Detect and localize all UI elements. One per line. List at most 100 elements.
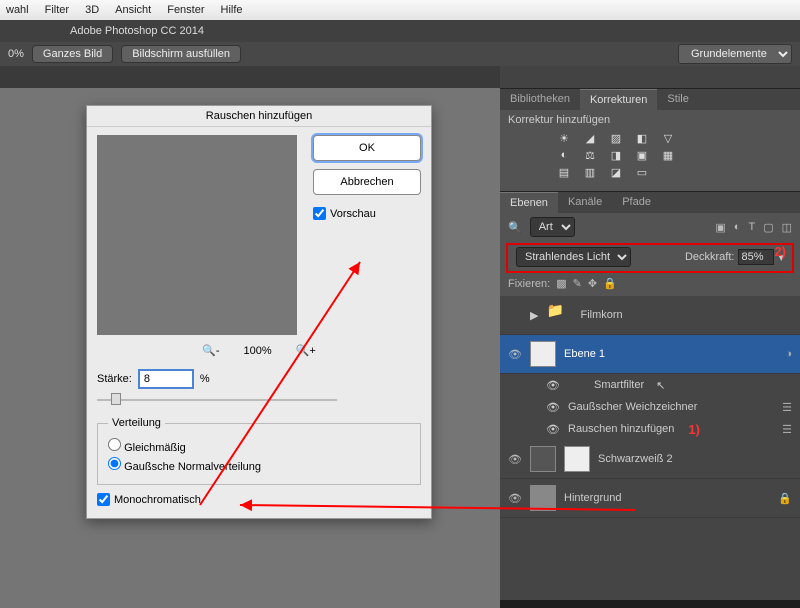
smartfilter-gaussian-blur[interactable]: 👁 Gaußscher Weichzeichner ☰ [500,396,800,418]
visibility-icon[interactable]: 👁 [508,492,522,505]
mixer-icon[interactable]: ▦ [660,149,676,162]
filter-smart-icon[interactable]: ◫ [782,221,792,234]
strength-input[interactable] [138,369,194,389]
visibility-icon[interactable]: 👁 [508,453,522,466]
layers-filter-row: 🔍 Art ▣ ◐ T ▢ ◫ [500,213,800,241]
levels-icon[interactable]: ◢ [582,132,598,145]
exposure-icon[interactable]: ◧ [634,132,650,145]
lock-position-icon[interactable]: ✥ [588,277,597,290]
tab-libraries[interactable]: Bibliotheken [500,89,580,110]
curves-icon[interactable]: ▨ [608,132,624,145]
folder-icon: 📁 [546,302,572,328]
slider-knob[interactable] [111,393,121,405]
mono-check-input[interactable] [97,493,110,506]
filter-mask-thumb [568,376,586,394]
fill-screen-button[interactable]: Bildschirm ausfüllen [121,45,241,63]
adjustments-tab-group: Bibliotheken Korrekturen Stile [500,88,800,110]
preview-checkbox[interactable]: Vorschau [313,207,421,220]
noise-preview [97,135,297,335]
dist-uniform-radio[interactable]: Gleichmäßig [108,438,410,454]
tab-adjustments[interactable]: Korrekturen [580,89,657,110]
visibility-icon[interactable]: 👁 [546,423,560,436]
bw-icon[interactable]: ◨ [608,149,624,162]
adjustment-thumb [530,446,556,472]
filter-options-icon[interactable]: ☰ [782,401,792,414]
add-noise-dialog: Rauschen hinzufügen OK Abbrechen Vorscha… [86,105,432,519]
layer-name: Schwarzweiß 2 [598,453,673,465]
tab-styles[interactable]: Stile [657,89,698,110]
layer-schwarzweiss[interactable]: 👁 Schwarzweiß 2 [500,440,800,479]
preview-check-input[interactable] [313,207,326,220]
menu-window[interactable]: Fenster [167,4,204,16]
hue-icon[interactable]: ◐ [556,149,572,162]
opacity-label: Deckkraft: [685,251,735,263]
distribution-group: Verteilung Gleichmäßig Gaußsche Normalve… [97,417,421,485]
menu-help[interactable]: Hilfe [221,4,243,16]
layer-folder-filmkorn[interactable]: ▶ 📁 Filmkorn [500,296,800,335]
menu-view[interactable]: Ansicht [115,4,151,16]
brightness-icon[interactable]: ☀ [556,132,572,145]
lock-paint-icon[interactable]: ✎ [573,277,582,290]
zoom-level: 0% [8,48,24,60]
fit-image-button[interactable]: Ganzes Bild [32,45,113,63]
layer-ebene1[interactable]: 👁 Ebene 1 ◑ [500,335,800,374]
menu-filter[interactable]: Filter [45,4,69,16]
search-icon: 🔍 [508,221,522,234]
folder-toggle-icon[interactable]: ▶ [530,309,538,322]
right-panels: Bibliotheken Korrekturen Stile Korrektur… [500,66,800,600]
gradient-map-icon[interactable]: ▭ [634,166,650,179]
visibility-icon[interactable]: 👁 [546,379,560,392]
strength-slider[interactable] [97,393,337,407]
visibility-icon[interactable]: 👁 [546,401,560,414]
filter-shape-icon[interactable]: ▢ [763,221,773,234]
monochromatic-checkbox[interactable]: Monochromatisch [97,493,421,506]
distribution-legend: Verteilung [108,417,165,429]
filter-name: Rauschen hinzufügen [568,423,674,435]
posterize-icon[interactable]: ▥ [582,166,598,179]
add-adjustment-label: Korrektur hinzufügen [508,114,792,126]
percent-label: % [200,373,210,385]
layer-name: Hintergrund [564,492,621,504]
balance-icon[interactable]: ⚖ [582,149,598,162]
menu-select[interactable]: wahl [6,4,29,16]
filter-type-icon[interactable]: T [748,221,755,234]
dist-gaussian-radio[interactable]: Gaußsche Normalverteilung [108,457,410,473]
filter-adjust-icon[interactable]: ◐ [734,221,741,234]
layer-filter-select[interactable]: Art [530,217,575,237]
tab-paths[interactable]: Pfade [612,192,661,213]
opacity-input[interactable] [738,249,774,265]
filter-options-icon[interactable]: ☰ [782,423,792,436]
smartfilter-label: Smartfilter [594,379,644,391]
zoom-percent: 100% [244,345,272,357]
smartfilter-header[interactable]: 👁 Smartfilter ↖ [500,374,800,396]
menu-3d[interactable]: 3D [85,4,99,16]
visibility-icon[interactable]: 👁 [508,348,522,361]
app-title-bar: Adobe Photoshop CC 2014 [0,20,800,42]
tab-layers[interactable]: Ebenen [500,192,558,213]
lock-all-icon[interactable]: 🔒 [603,277,617,290]
preview-label: Vorschau [330,208,376,220]
workspace-select[interactable]: Grundelemente [678,44,792,64]
tab-channels[interactable]: Kanäle [558,192,612,213]
cancel-button[interactable]: Abbrechen [313,169,421,195]
layer-list: ▶ 📁 Filmkorn 👁 Ebene 1 ◑ 👁 Smartfilter ↖… [500,296,800,600]
lock-icon: 🔒 [778,492,792,505]
blend-opacity-row: Strahlendes Licht Deckkraft: ▾ [506,243,794,273]
lock-label: Fixieren: [508,278,550,290]
filter-name: Gaußscher Weichzeichner [568,401,697,413]
smartfilter-add-noise[interactable]: 👁 Rauschen hinzufügen 1) ☰ [500,418,800,440]
photo-filter-icon[interactable]: ▣ [634,149,650,162]
smart-object-icon: ◑ [785,348,792,360]
layer-thumb [530,485,556,511]
zoom-in-icon[interactable]: 🔍+ [296,344,316,357]
vibrance-icon[interactable]: ▽ [660,132,676,145]
blend-mode-select[interactable]: Strahlendes Licht [516,247,631,267]
lock-transparency-icon[interactable]: ▩ [556,277,566,290]
invert-icon[interactable]: ▤ [556,166,572,179]
layer-background[interactable]: 👁 Hintergrund 🔒 [500,479,800,518]
filter-pixel-icon[interactable]: ▣ [715,221,725,234]
ok-button[interactable]: OK [313,135,421,161]
zoom-out-icon[interactable]: 🔍- [202,344,219,357]
cursor-icon: ↖ [656,379,665,392]
threshold-icon[interactable]: ◪ [608,166,624,179]
